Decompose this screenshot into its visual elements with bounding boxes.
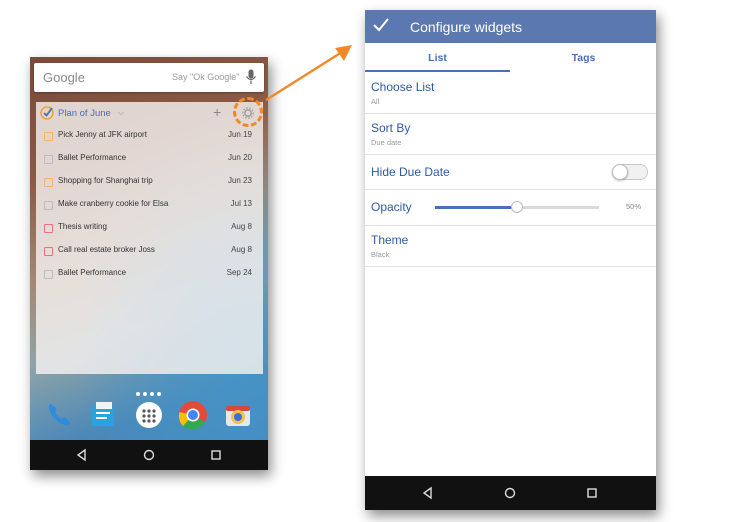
task-name: Ballet Performance bbox=[58, 268, 127, 277]
setting-value: Due date bbox=[371, 138, 402, 147]
task-row[interactable]: Pick Jenny at JFK airport Jun 19 bbox=[36, 125, 263, 148]
voice-search-hint: Say "Ok Google" bbox=[172, 72, 240, 82]
microphone-icon[interactable] bbox=[245, 69, 257, 86]
setting-title: Choose List bbox=[371, 80, 435, 94]
setting-value: Black bbox=[371, 250, 390, 259]
task-due-date: Jun 23 bbox=[227, 176, 252, 185]
task-checkbox[interactable] bbox=[44, 155, 53, 164]
opacity-slider-fill bbox=[435, 206, 517, 209]
task-due-date: Jul 13 bbox=[230, 199, 252, 208]
tab-bar: List Tags bbox=[365, 43, 656, 73]
widget-header: Plan of June ⌵ + bbox=[36, 97, 263, 127]
recents-icon[interactable] bbox=[584, 485, 600, 501]
task-checkbox[interactable] bbox=[44, 224, 53, 233]
task-checkbox[interactable] bbox=[44, 178, 53, 187]
task-row[interactable]: Ballet Performance Sep 24 bbox=[36, 263, 263, 286]
navigation-bar bbox=[30, 440, 268, 470]
opacity-slider[interactable] bbox=[435, 201, 599, 213]
choose-list-setting[interactable]: Choose List All bbox=[365, 73, 656, 114]
task-row[interactable]: Thesis writing Aug 8 bbox=[36, 217, 263, 240]
task-checkbox[interactable] bbox=[44, 201, 53, 210]
opacity-slider-thumb[interactable] bbox=[511, 201, 523, 213]
task-checkbox[interactable] bbox=[44, 247, 53, 256]
home-icon[interactable] bbox=[141, 447, 157, 463]
task-name: Ballet Performance bbox=[58, 153, 127, 162]
theme-setting[interactable]: Theme Black bbox=[365, 226, 656, 267]
opacity-value: 50% bbox=[626, 202, 642, 211]
widget-list-title[interactable]: Plan of June bbox=[58, 108, 111, 119]
task-due-date: Aug 8 bbox=[231, 222, 252, 231]
google-logo: Google bbox=[43, 70, 85, 85]
checkmark-icon[interactable] bbox=[373, 18, 389, 32]
task-name: Make cranberry cookie for Elsa bbox=[58, 199, 169, 208]
task-name: Thesis writing bbox=[58, 222, 107, 231]
home-icon[interactable] bbox=[502, 485, 518, 501]
back-icon[interactable] bbox=[420, 485, 436, 501]
setting-title: Theme bbox=[371, 233, 409, 247]
setting-title: Opacity bbox=[371, 200, 412, 214]
navigation-bar bbox=[365, 476, 656, 510]
task-due-date: Sep 24 bbox=[226, 268, 252, 277]
task-due-date: Aug 8 bbox=[231, 245, 252, 254]
task-row[interactable]: Call real estate broker Joss Aug 8 bbox=[36, 240, 263, 263]
tab-list[interactable]: List bbox=[365, 43, 510, 73]
hide-due-date-setting[interactable]: Hide Due Date bbox=[365, 155, 656, 190]
tab-tags[interactable]: Tags bbox=[511, 43, 656, 73]
task-row[interactable]: Shopping for Shanghai trip Jun 23 bbox=[36, 171, 263, 194]
task-checkbox[interactable] bbox=[44, 270, 53, 279]
opacity-setting: Opacity 50% bbox=[365, 190, 656, 226]
task-due-date: Jun 20 bbox=[227, 153, 252, 162]
callout-arrow bbox=[265, 45, 352, 102]
task-name: Pick Jenny at JFK airport bbox=[58, 130, 147, 139]
task-due-date: Jun 19 bbox=[227, 130, 252, 139]
chrome-icon[interactable] bbox=[178, 400, 208, 430]
hide-due-date-toggle[interactable] bbox=[612, 164, 648, 180]
app-bar: Configure widgets bbox=[365, 10, 656, 43]
phone-icon[interactable] bbox=[44, 400, 74, 430]
task-name: Shopping for Shanghai trip bbox=[58, 176, 153, 185]
task-row[interactable]: Make cranberry cookie for Elsa Jul 13 bbox=[36, 194, 263, 217]
messages-icon[interactable] bbox=[88, 400, 118, 430]
recents-icon[interactable] bbox=[208, 447, 224, 463]
setting-title: Hide Due Date bbox=[371, 165, 450, 179]
app-dock bbox=[30, 398, 268, 434]
app-drawer-icon[interactable] bbox=[134, 400, 164, 430]
sort-by-setting[interactable]: Sort By Due date bbox=[365, 114, 656, 155]
app-check-logo bbox=[40, 106, 54, 120]
google-search-bar[interactable]: Google Say "Ok Google" bbox=[34, 63, 264, 92]
task-row[interactable]: Ballet Performance Jun 20 bbox=[36, 148, 263, 171]
task-widget[interactable]: Plan of June ⌵ + Pick Jenny at JFK airpo… bbox=[36, 97, 263, 374]
chevron-down-icon[interactable]: ⌵ bbox=[118, 108, 124, 118]
add-task-icon[interactable]: + bbox=[213, 104, 221, 120]
setting-value: All bbox=[371, 97, 380, 106]
active-tab-indicator bbox=[365, 70, 510, 72]
camera-icon[interactable] bbox=[223, 400, 253, 430]
back-icon[interactable] bbox=[74, 447, 90, 463]
task-checkbox[interactable] bbox=[44, 132, 53, 141]
task-name: Call real estate broker Joss bbox=[58, 245, 155, 254]
setting-title: Sort By bbox=[371, 121, 411, 135]
home-screen: Google Say "Ok Google" Plan of June ⌵ + … bbox=[30, 57, 268, 470]
settings-highlight-circle bbox=[233, 97, 263, 127]
configure-widgets-screen: Configure widgets List Tags Choose List … bbox=[365, 10, 656, 510]
toggle-knob bbox=[612, 164, 628, 180]
page-title: Configure widgets bbox=[410, 19, 523, 35]
